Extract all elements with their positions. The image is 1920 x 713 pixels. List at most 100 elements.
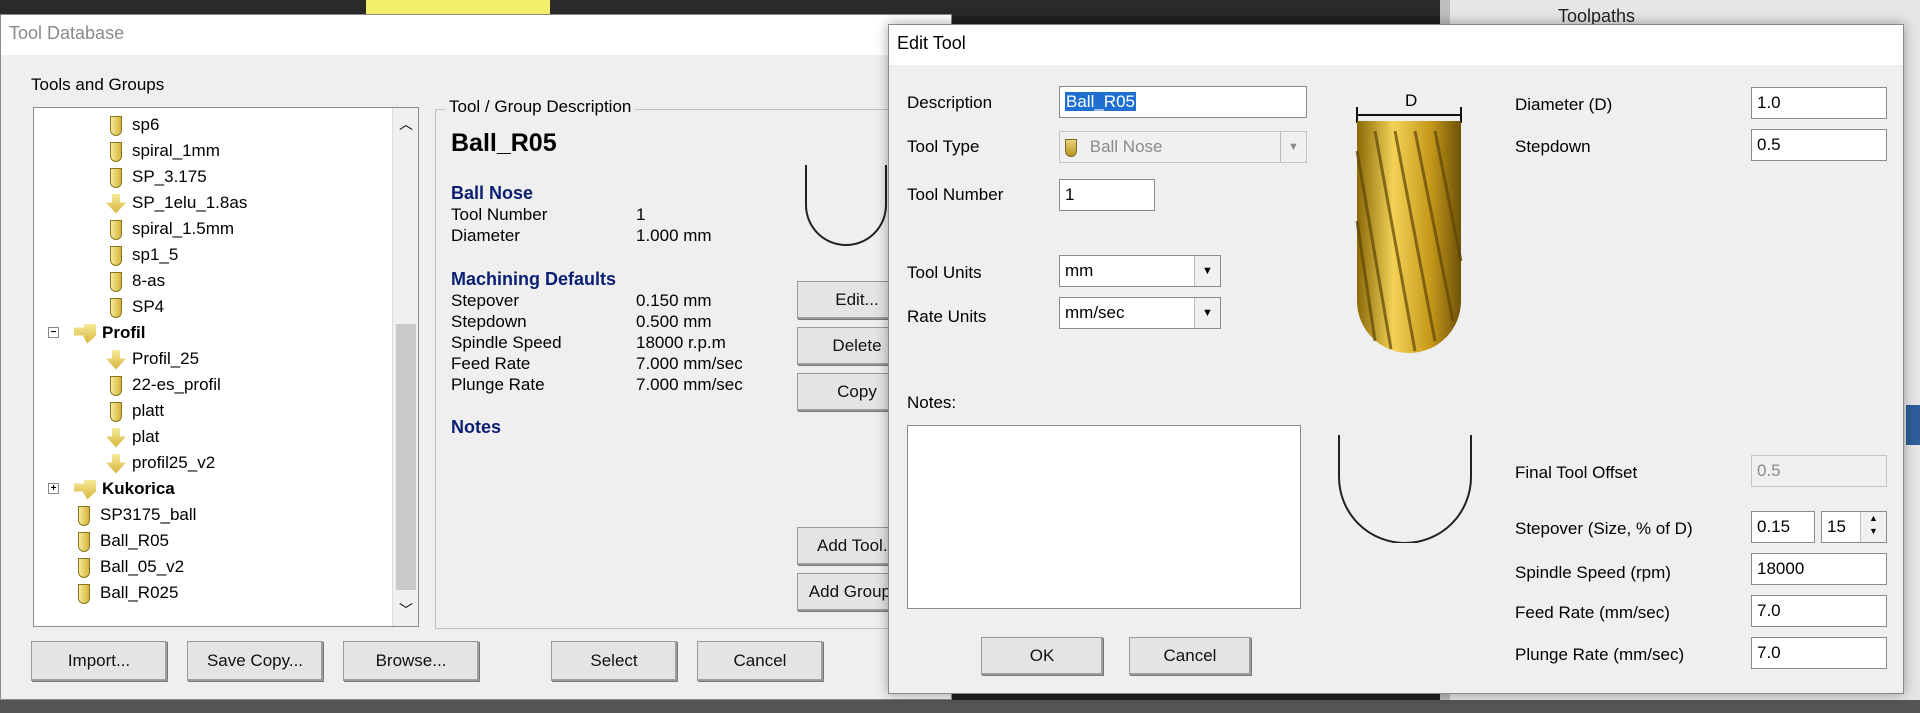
tree-item[interactable]: Ball_R025 bbox=[74, 580, 178, 606]
notes-textarea[interactable] bbox=[907, 425, 1301, 609]
plunge-rate-input[interactable]: 7.0 bbox=[1751, 637, 1887, 669]
ball-tool-icon bbox=[110, 167, 122, 188]
info-value: 7.000 mm/sec bbox=[636, 375, 743, 394]
tree-item[interactable]: Profil_25 bbox=[106, 346, 199, 372]
notes-label: Notes: bbox=[907, 393, 957, 412]
info-key: Plunge Rate bbox=[451, 375, 545, 394]
spinner-icon[interactable]: ▲ ▼ bbox=[1860, 512, 1886, 542]
tree-item-label: Ball_R05 bbox=[100, 531, 169, 550]
tree-item-label: SP3175_ball bbox=[100, 505, 197, 524]
info-value: 7.000 mm/sec bbox=[636, 354, 743, 373]
ball-nose-preview-icon bbox=[805, 165, 887, 246]
ball-tool-icon bbox=[1065, 138, 1077, 157]
tool-database-titlebar[interactable]: Tool Database bbox=[1, 15, 951, 55]
edit-cancel-button[interactable]: Cancel bbox=[1129, 637, 1251, 675]
tree-item[interactable]: SP_3.175 bbox=[106, 164, 207, 190]
diameter-input[interactable]: 1.0 bbox=[1751, 87, 1887, 119]
tree-scrollbar[interactable]: ︿ ﹀ bbox=[392, 108, 418, 626]
tool-number-label: Tool Number bbox=[907, 185, 1004, 204]
cancel-button[interactable]: Cancel bbox=[697, 641, 823, 681]
tree-item[interactable]: SP_1elu_1.8as bbox=[106, 190, 247, 216]
scroll-thumb[interactable] bbox=[396, 324, 416, 590]
ok-button[interactable]: OK bbox=[981, 637, 1103, 675]
tree-item[interactable]: SP3175_ball bbox=[74, 502, 196, 528]
group-icon bbox=[74, 479, 96, 500]
info-value: 1 bbox=[636, 205, 646, 224]
ball-tool-icon bbox=[78, 557, 90, 578]
info-value: 0.500 mm bbox=[636, 312, 712, 331]
edit-tool-dialog: Edit Tool Description Ball_R05 Tool Type… bbox=[888, 24, 1904, 694]
info-key: Diameter bbox=[451, 226, 520, 245]
ball-tool-icon bbox=[110, 401, 122, 422]
stepover-size-input[interactable]: 0.15 bbox=[1751, 511, 1815, 543]
tool-tree[interactable]: ︿ ﹀ sp6 spiral_1mm SP_3.175 SP_1elu_1.8assp… bbox=[33, 107, 419, 627]
info-value: 18000 r.p.m bbox=[636, 333, 726, 352]
background-selection bbox=[1906, 405, 1920, 445]
tree-item[interactable]: spiral_1mm bbox=[106, 138, 220, 164]
tree-item[interactable]: spiral_1.5mm bbox=[106, 216, 234, 242]
machining-defaults-heading: Machining Defaults bbox=[451, 269, 617, 289]
tool-type-heading: Ball Nose bbox=[451, 183, 534, 203]
tree-item-label: platt bbox=[132, 401, 165, 420]
tree-item[interactable]: + Kukorica bbox=[48, 476, 175, 502]
expand-toggle-icon[interactable]: + bbox=[48, 483, 59, 494]
description-value: Ball_R05 bbox=[1065, 92, 1136, 111]
stepover-percent-value: 15 bbox=[1827, 517, 1846, 536]
tool-database-window: Tool Database Tools and Groups ︿ ﹀ sp6 sp… bbox=[0, 14, 952, 700]
tree-item-label: SP_1elu_1.8as bbox=[132, 193, 248, 212]
feed-rate-input[interactable]: 7.0 bbox=[1751, 595, 1887, 627]
tree-item-label: profil25_v2 bbox=[132, 453, 216, 472]
info-key: Stepdown bbox=[451, 312, 527, 331]
stepover-label: Stepover (Size, % of D) bbox=[1515, 519, 1693, 538]
save-copy-button[interactable]: Save Copy... bbox=[187, 641, 323, 681]
ball-tool-icon bbox=[110, 115, 122, 136]
tree-item[interactable]: − Profil bbox=[48, 320, 145, 346]
edit-tool-titlebar[interactable]: Edit Tool bbox=[889, 25, 1903, 65]
ball-tool-icon bbox=[110, 297, 122, 318]
tree-item[interactable]: sp1_5 bbox=[106, 242, 178, 268]
select-button[interactable]: Select bbox=[551, 641, 677, 681]
final-offset-label: Final Tool Offset bbox=[1515, 463, 1638, 482]
tree-item[interactable]: 8-as bbox=[106, 268, 165, 294]
rate-units-select[interactable]: mm/sec ▼ bbox=[1059, 297, 1221, 329]
spindle-speed-input[interactable]: 18000 bbox=[1751, 553, 1887, 585]
tree-item[interactable]: SP4 bbox=[106, 294, 164, 320]
tree-item[interactable]: sp6 bbox=[106, 112, 159, 138]
description-input[interactable]: Ball_R05 bbox=[1059, 86, 1307, 118]
tool-units-select[interactable]: mm ▼ bbox=[1059, 255, 1221, 287]
tree-item-label: 22-es_profil bbox=[132, 375, 221, 394]
tree-item-label: spiral_1mm bbox=[132, 141, 220, 160]
tool-type-select: Ball Nose ▼ bbox=[1059, 131, 1307, 163]
ball-tool-icon bbox=[110, 245, 122, 266]
tree-item-label: Ball_05_v2 bbox=[100, 557, 185, 576]
rate-units-value: mm/sec bbox=[1065, 303, 1125, 322]
description-label: Description bbox=[907, 93, 993, 112]
feed-rate-label: Feed Rate (mm/sec) bbox=[1515, 603, 1670, 622]
tree-item[interactable]: Ball_05_v2 bbox=[74, 554, 184, 580]
stepdown-input[interactable]: 0.5 bbox=[1751, 129, 1887, 161]
tools-groups-label: Tools and Groups bbox=[31, 75, 165, 94]
ball-tool-icon bbox=[78, 531, 90, 552]
browse-button[interactable]: Browse... bbox=[343, 641, 479, 681]
scroll-down-icon[interactable]: ﹀ bbox=[393, 600, 418, 620]
tool-units-label: Tool Units bbox=[907, 263, 982, 282]
tree-item[interactable]: 22-es_profil bbox=[106, 372, 221, 398]
tool-type-value: Ball Nose bbox=[1089, 137, 1163, 156]
tree-item[interactable]: Ball_R05 bbox=[74, 528, 169, 554]
tool-group-description-label: Tool / Group Description bbox=[445, 97, 636, 117]
tree-item[interactable]: platt bbox=[106, 398, 164, 424]
background-highlight bbox=[366, 0, 550, 14]
stepover-percent-input[interactable]: 15 ▲ ▼ bbox=[1821, 511, 1887, 543]
vbit-tool-icon bbox=[106, 193, 126, 214]
expand-toggle-icon[interactable]: − bbox=[48, 327, 59, 338]
chevron-down-icon[interactable]: ▼ bbox=[1194, 256, 1220, 286]
vbit-tool-icon bbox=[106, 349, 126, 370]
tool-number-input[interactable]: 1 bbox=[1059, 179, 1155, 211]
info-key: Tool Number bbox=[451, 205, 548, 224]
plunge-rate-label: Plunge Rate (mm/sec) bbox=[1515, 645, 1685, 664]
tree-item[interactable]: plat bbox=[106, 424, 159, 450]
import-button[interactable]: Import... bbox=[31, 641, 167, 681]
tree-item[interactable]: profil25_v2 bbox=[106, 450, 215, 476]
chevron-down-icon[interactable]: ▼ bbox=[1194, 298, 1220, 328]
scroll-up-icon[interactable]: ︿ bbox=[393, 114, 418, 134]
